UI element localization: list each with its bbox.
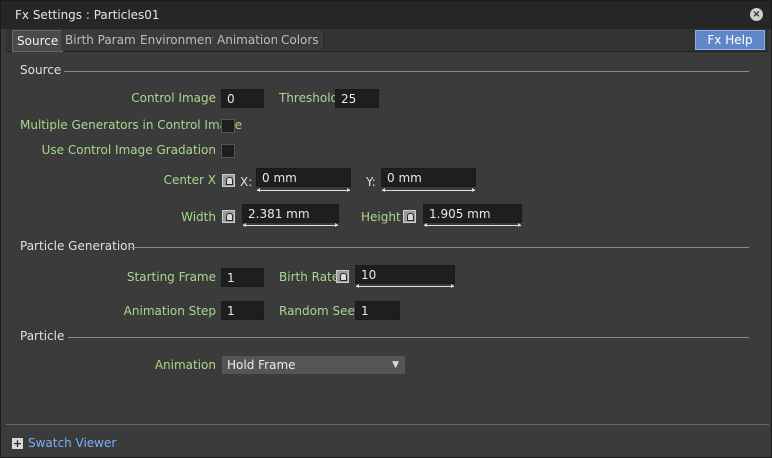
center-y-input[interactable]: 0 mm (381, 168, 476, 187)
center-y-label: Y: (366, 175, 376, 189)
center-y-slider[interactable] (382, 188, 475, 192)
swatch-viewer-link[interactable]: Swatch Viewer (28, 436, 116, 450)
animation-label: Animation (154, 358, 216, 372)
fx-help-button[interactable]: Fx Help (695, 30, 765, 50)
height-input[interactable]: 1.905 mm (423, 204, 522, 223)
use-gradation-label: Use Control Image Gradation (41, 143, 216, 157)
center-x-input[interactable]: 0 mm (256, 168, 351, 187)
starting-frame-input[interactable]: 1 (221, 268, 264, 287)
title-bar[interactable]: Fx Settings : Particles01 × (1, 1, 771, 29)
tab-source[interactable]: Source (12, 30, 64, 52)
close-icon[interactable]: × (750, 8, 763, 21)
random-seed-input[interactable]: 1 (355, 301, 400, 320)
birth-rate-input[interactable]: 10 (355, 265, 455, 284)
center-label: Center X (163, 173, 216, 187)
section-divider (68, 337, 749, 338)
animation-select[interactable]: Hold Frame ▼ (222, 356, 405, 374)
animation-step-input[interactable]: 1 (221, 301, 264, 320)
multiple-generators-label: Multiple Generators in Control Image (20, 118, 243, 132)
threshold-label: Threshold (279, 91, 339, 105)
tab-colors[interactable]: Colors (277, 30, 324, 50)
tab-birth-params[interactable]: Birth Params (61, 30, 147, 50)
center-x-slider[interactable] (257, 188, 350, 192)
section-divider (128, 247, 749, 248)
fx-settings-window: Fx Settings : Particles01 × Source Birth… (0, 0, 772, 458)
center-x-label: X: (240, 175, 253, 189)
section-particle-generation-title: Particle Generation (20, 239, 136, 253)
lock-icon[interactable] (403, 210, 416, 223)
width-input[interactable]: 2.381 mm (242, 204, 339, 223)
tab-bar: Source Birth Params Environment Animatio… (6, 29, 769, 52)
chevron-down-icon: ▼ (392, 360, 399, 370)
random-seed-label: Random Seed (279, 304, 363, 318)
height-slider[interactable] (424, 223, 521, 227)
settings-panel: Source Control Image 0 Threshold 25 Mult… (6, 53, 769, 425)
tab-animation[interactable]: Animation (213, 30, 284, 50)
width-label: Width (181, 210, 216, 224)
birth-rate-label: Birth Rate (279, 270, 340, 284)
expand-plus-icon[interactable]: + (12, 438, 23, 449)
section-particle-title: Particle (20, 329, 65, 343)
lock-icon[interactable] (222, 174, 235, 187)
use-gradation-checkbox[interactable] (221, 144, 235, 158)
animation-select-value: Hold Frame (227, 358, 296, 372)
control-image-label: Control Image (131, 91, 216, 105)
width-slider[interactable] (243, 223, 338, 227)
animation-step-label: Animation Step (123, 304, 216, 318)
section-divider (64, 71, 749, 72)
multiple-generators-checkbox[interactable] (221, 119, 235, 133)
section-source-title: Source (20, 63, 62, 77)
lock-icon[interactable] (222, 210, 235, 223)
control-image-input[interactable]: 0 (221, 89, 264, 108)
footer-divider (6, 424, 769, 425)
window-title: Fx Settings : Particles01 (15, 8, 160, 22)
tab-environment[interactable]: Environment (136, 30, 222, 50)
threshold-input[interactable]: 25 (335, 89, 379, 108)
height-label: Height (361, 210, 401, 224)
starting-frame-label: Starting Frame (126, 270, 216, 284)
birth-rate-slider[interactable] (356, 284, 454, 288)
lock-icon[interactable] (336, 270, 349, 283)
